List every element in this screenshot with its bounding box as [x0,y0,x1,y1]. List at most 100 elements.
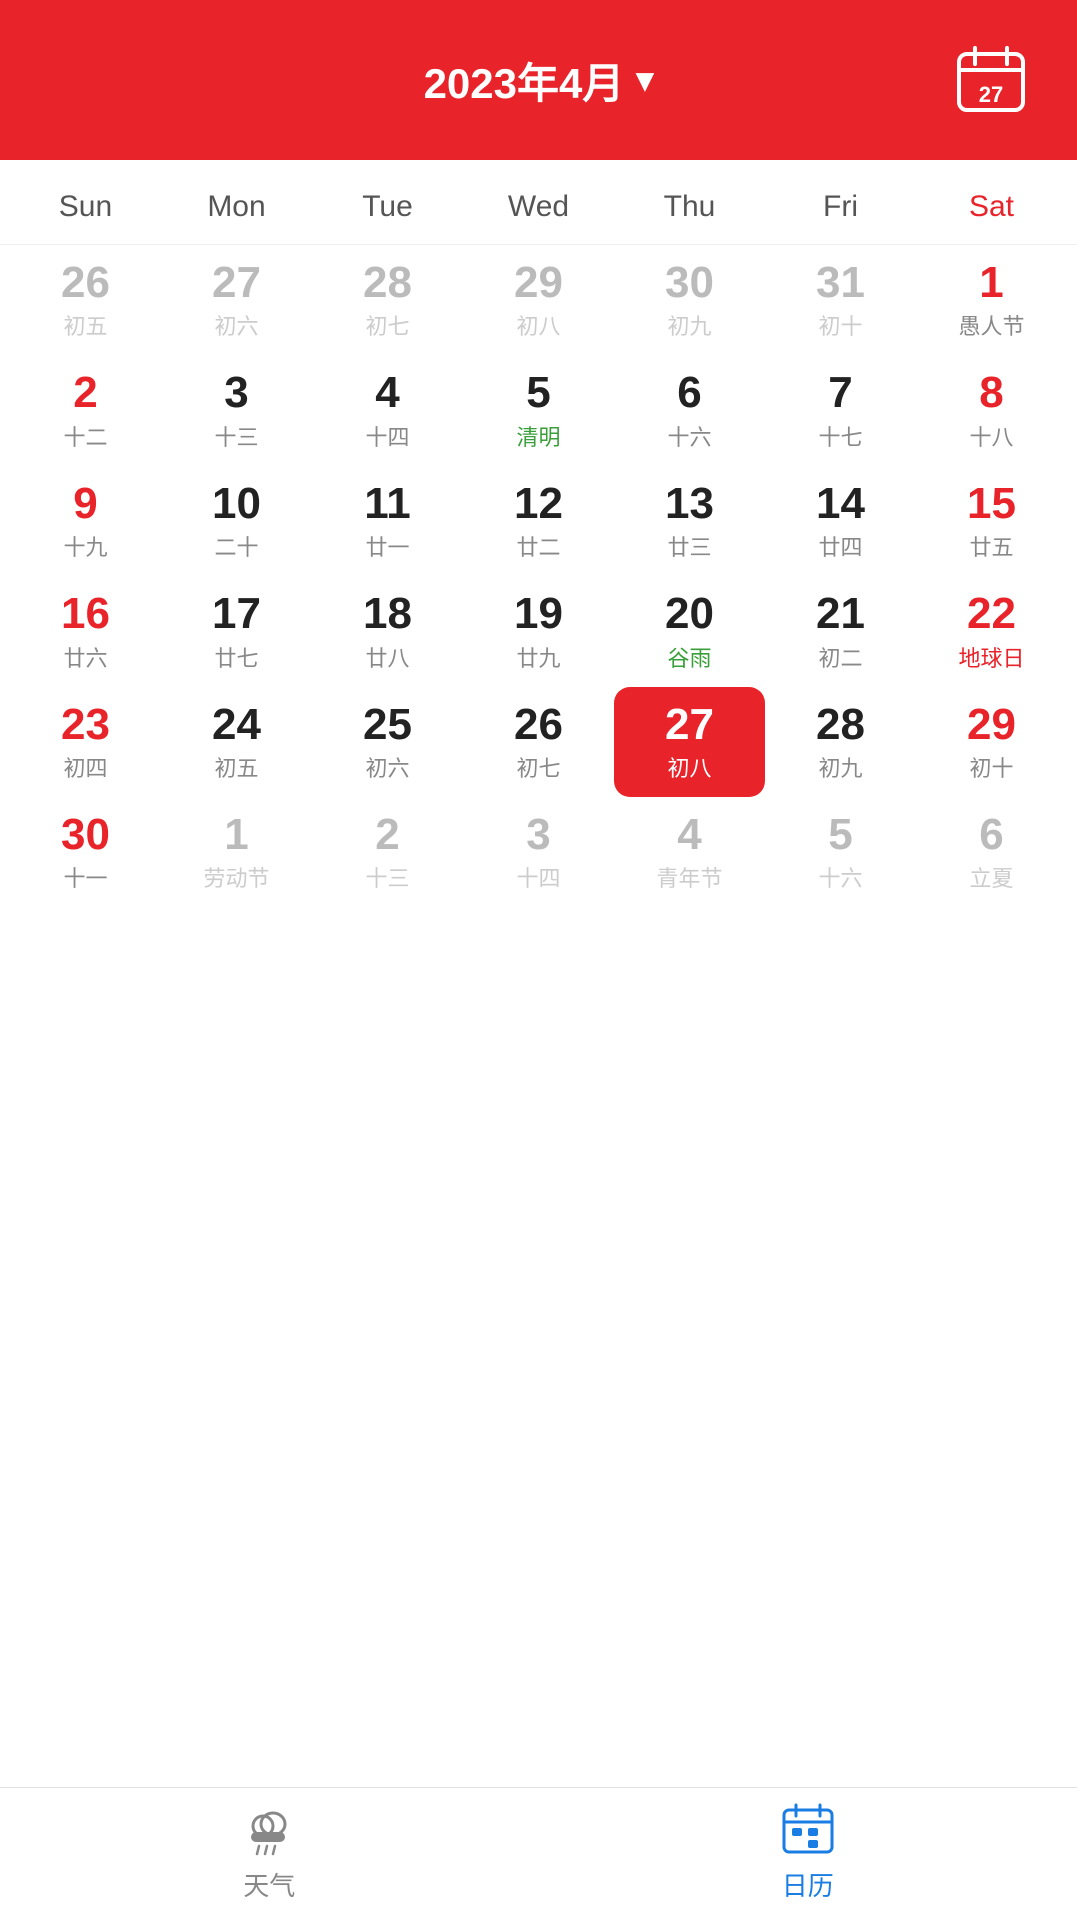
weekday-wed: Wed [463,180,614,234]
day-cell[interactable]: 3十三 [161,355,312,465]
day-cell[interactable]: 3十四 [463,797,614,907]
day-cell[interactable]: 5十六 [765,797,916,907]
day-cell[interactable]: 25初六 [312,687,463,797]
bottom-navigation: 天气 日历 [0,1787,1077,1917]
day-cell[interactable]: 27初八 [614,687,765,797]
day-cell[interactable]: 24初五 [161,687,312,797]
day-lunar: 初七 [516,751,560,783]
day-lunar: 谷雨 [667,641,711,673]
day-cell[interactable]: 4十四 [312,355,463,465]
day-lunar: 十九 [63,530,107,562]
weekday-sat: Sat [916,180,1067,234]
weekday-header: SunMonTueWedThuFriSat [0,160,1077,245]
day-cell[interactable]: 11廿一 [312,466,463,576]
day-cell[interactable]: 20谷雨 [614,576,765,686]
day-cell[interactable]: 2十三 [312,797,463,907]
day-cell[interactable]: 9十九 [10,466,161,576]
day-cell[interactable]: 26初七 [463,687,614,797]
today-icon[interactable]: 27 [955,44,1027,116]
day-cell[interactable]: 15廿五 [916,466,1067,576]
day-lunar: 十六 [667,420,711,452]
day-number: 28 [816,701,865,749]
day-lunar: 初四 [63,751,107,783]
day-cell[interactable]: 14廿四 [765,466,916,576]
day-number: 3 [526,811,550,859]
day-cell[interactable]: 12廿二 [463,466,614,576]
day-lunar: 初六 [214,309,258,341]
day-number: 9 [73,480,97,528]
day-lunar: 廿八 [365,641,409,673]
day-lunar: 廿四 [818,530,862,562]
day-cell[interactable]: 30十一 [10,797,161,907]
day-cell[interactable]: 8十八 [916,355,1067,465]
day-cell[interactable]: 27初六 [161,245,312,355]
day-number: 14 [816,480,865,528]
day-cell[interactable]: 7十七 [765,355,916,465]
day-cell[interactable]: 22地球日 [916,576,1067,686]
day-lunar: 初九 [818,751,862,783]
day-cell[interactable]: 13廿三 [614,466,765,576]
day-number: 26 [514,701,563,749]
svg-text:27: 27 [979,82,1003,107]
day-cell[interactable]: 23初四 [10,687,161,797]
day-number: 12 [514,480,563,528]
day-cell[interactable]: 2十二 [10,355,161,465]
day-cell[interactable]: 4青年节 [614,797,765,907]
day-cell[interactable]: 29初八 [463,245,614,355]
day-lunar: 十一 [63,861,107,893]
day-cell[interactable]: 21初二 [765,576,916,686]
calendar-header: 2023年4月 ▾ 27 [0,0,1077,160]
day-lunar: 廿七 [214,641,258,673]
day-number: 11 [364,480,411,528]
day-number: 28 [363,259,412,307]
day-cell[interactable]: 5清明 [463,355,614,465]
day-number: 26 [61,259,110,307]
day-number: 13 [665,480,714,528]
day-lunar: 劳动节 [203,861,269,893]
month-title[interactable]: 2023年4月 ▾ [424,50,654,111]
day-lunar: 初五 [63,309,107,341]
day-cell[interactable]: 28初九 [765,687,916,797]
day-cell[interactable]: 18廿八 [312,576,463,686]
day-cell[interactable]: 19廿九 [463,576,614,686]
day-number: 2 [73,369,97,417]
day-lunar: 初六 [365,751,409,783]
weekday-fri: Fri [765,180,916,234]
day-lunar: 十三 [365,861,409,893]
day-lunar: 初十 [969,751,1013,783]
nav-calendar[interactable]: 日历 [539,1802,1077,1903]
day-cell[interactable]: 1愚人节 [916,245,1067,355]
day-number: 29 [967,701,1016,749]
day-lunar: 廿九 [516,641,560,673]
day-lunar: 初五 [214,751,258,783]
weekday-mon: Mon [161,180,312,234]
weekday-sun: Sun [10,180,161,234]
day-cell[interactable]: 17廿七 [161,576,312,686]
day-lunar: 清明 [516,420,560,452]
day-number: 4 [375,369,399,417]
day-number: 23 [61,701,110,749]
day-cell[interactable]: 29初十 [916,687,1067,797]
day-cell[interactable]: 31初十 [765,245,916,355]
day-cell[interactable]: 10二十 [161,466,312,576]
day-cell[interactable]: 16廿六 [10,576,161,686]
day-number: 27 [665,701,714,749]
day-number: 6 [677,369,701,417]
day-cell[interactable]: 6立夏 [916,797,1067,907]
day-lunar: 廿三 [667,530,711,562]
day-number: 30 [665,259,714,307]
day-number: 30 [61,811,110,859]
dropdown-arrow[interactable]: ▾ [636,60,653,100]
day-lunar: 愚人节 [958,309,1024,341]
day-cell[interactable]: 6十六 [614,355,765,465]
day-cell[interactable]: 28初七 [312,245,463,355]
day-cell[interactable]: 30初九 [614,245,765,355]
day-cell[interactable]: 26初五 [10,245,161,355]
day-number: 10 [212,480,261,528]
calendar-nav-icon [780,1802,836,1858]
day-number: 18 [363,590,412,638]
day-cell[interactable]: 1劳动节 [161,797,312,907]
day-lunar: 地球日 [958,641,1024,673]
weather-label: 天气 [243,1866,295,1903]
nav-weather[interactable]: 天气 [0,1802,539,1903]
